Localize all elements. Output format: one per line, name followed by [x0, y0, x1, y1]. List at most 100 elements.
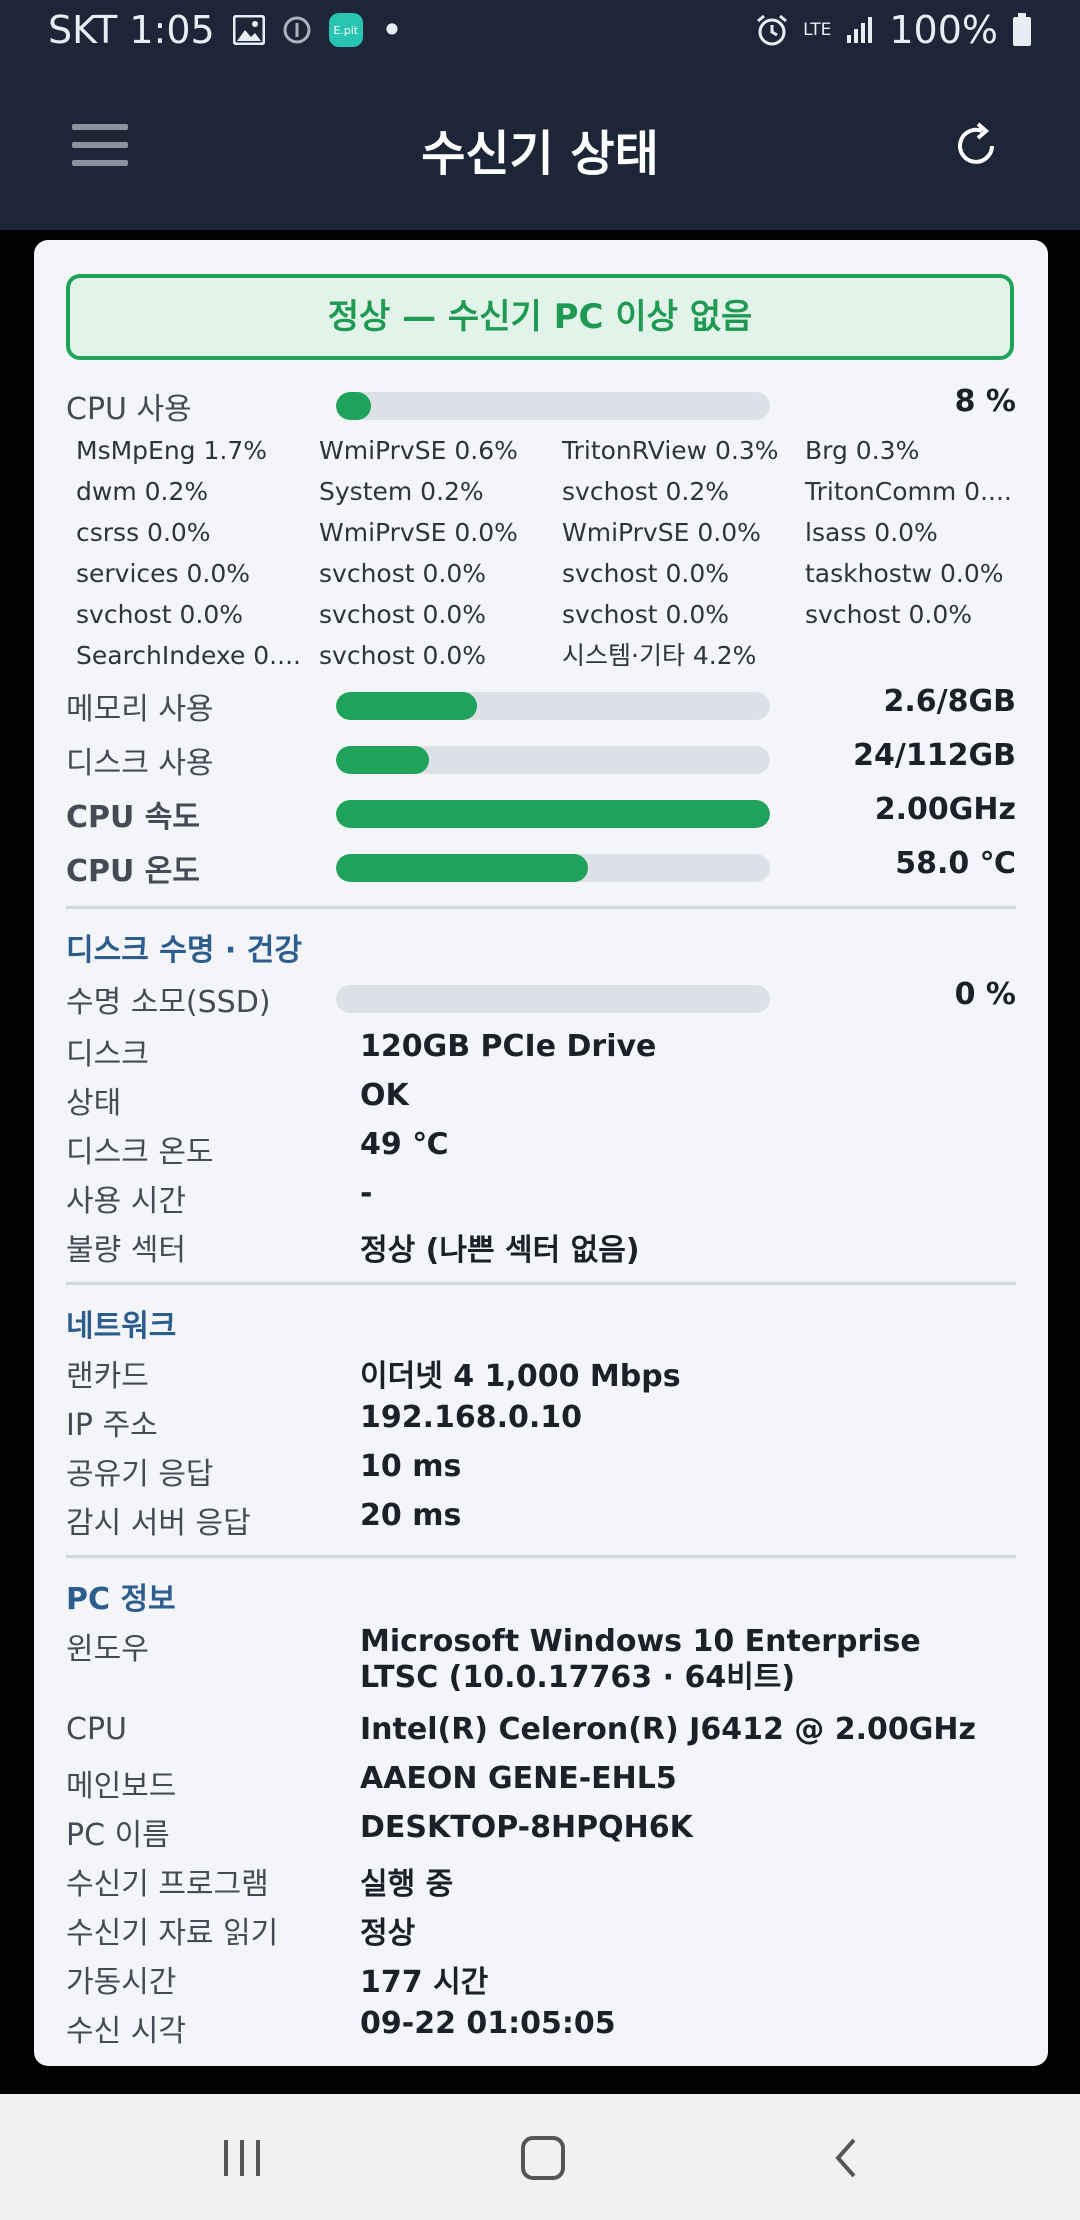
disk-wear-value: 0 % [954, 977, 1016, 1012]
info-key: 감시 서버 응답 [66, 1506, 251, 1541]
info-value: 10 ms [360, 1449, 462, 1484]
cpu-usage-value: 8 % [954, 384, 1016, 419]
info-key: 수신 시각 [66, 2014, 186, 2049]
info-row: PC 이름 DESKTOP-8HPQH6K [66, 1804, 1016, 1853]
process-item: svchost 0.0% [562, 600, 729, 629]
info-row: 랜카드 이더넷 4 1,000 Mbps [66, 1345, 1016, 1394]
info-value: - [360, 1176, 373, 1211]
info-key: 디스크 온도 [66, 1135, 214, 1170]
info-row: 불량 섹터 정상 (나쁜 섹터 없음) [66, 1219, 1016, 1268]
disk-section-title: 디스크 수명 · 건강 [66, 933, 302, 968]
info-row: 메인보드 AAEON GENE-EHL5 [66, 1755, 1016, 1804]
resource-metrics: 메모리 사용 2.6/8GB 디스크 사용 24/112GB CPU 속도 2.00GHz… [66, 676, 1016, 892]
metric-bar [336, 692, 770, 720]
windows-value: Microsoft Windows 10 Enterprise LTSC (10… [360, 1624, 921, 1695]
metric-label: 디스크 사용 [66, 746, 214, 781]
info-value: Intel(R) Celeron(R) J6412 @ 2.00GHz [360, 1712, 976, 1747]
info-row: 수신기 프로그램 실행 중 [66, 1853, 1016, 1902]
info-row: 수신 시각 09-22 01:05:05 [66, 2000, 1016, 2049]
info-key: 사용 시간 [66, 1184, 186, 1219]
process-item: TritonRView 0.3% [562, 436, 779, 465]
info-key: 불량 섹터 [66, 1233, 186, 1268]
process-item: svchost 0.0% [319, 641, 486, 670]
epit-app-icon: E.pit [328, 13, 363, 47]
process-item: MsMpEng 1.7% [76, 436, 268, 465]
info-value: 49 ℃ [360, 1127, 449, 1162]
disk-info-list: 디스크 120GB PCIe Drive 상태 OK 디스크 온도 49 ℃ 사용 시간 - 불… [66, 1023, 1016, 1268]
metric-row: 메모리 사용 2.6/8GB [66, 676, 1016, 730]
metric-bar-fill [336, 800, 770, 828]
divider [66, 1555, 1016, 1558]
info-value: DESKTOP-8HPQH6K [360, 1810, 693, 1845]
process-item: WmiPrvSE 0.0% [319, 518, 518, 547]
network-section-title: 네트워크 [66, 1309, 177, 1344]
process-item: TritonComm 0.... [805, 477, 1012, 506]
info-key: PC 이름 [66, 1818, 170, 1853]
process-list: MsMpEng 1.7% WmiPrvSE 0.6% TritonRView 0.3… [76, 430, 1016, 676]
info-value: 192.168.0.10 [360, 1400, 583, 1435]
info-value: 이더넷 4 1,000 Mbps [360, 1359, 681, 1394]
info-value: OK [360, 1078, 409, 1113]
info-key: 상태 [66, 1086, 122, 1121]
metric-bar-fill [336, 854, 588, 882]
process-item: svchost 0.0% [562, 559, 729, 588]
info-row: 공유기 응답 10 ms [66, 1443, 1016, 1492]
cpu-usage-bar-fill [336, 392, 371, 420]
info-value: AAEON GENE-EHL5 [360, 1761, 677, 1796]
metric-value: 2.6/8GB [883, 684, 1016, 719]
back-icon[interactable] [822, 2134, 872, 2182]
status-bar: SKT 1:05 E.pit • LTE 100% [0, 0, 1080, 62]
info-row: IP 주소 192.168.0.10 [66, 1394, 1016, 1443]
process-item: services 0.0% [76, 559, 251, 588]
metric-label: CPU 온도 [66, 854, 201, 889]
cpu-usage-bar [336, 392, 770, 420]
metric-row: 디스크 사용 24/112GB [66, 730, 1016, 784]
info-circle-icon [283, 16, 311, 44]
lte-icon: LTE [803, 20, 832, 40]
metric-value: 2.00GHz [874, 792, 1016, 827]
recents-icon[interactable] [218, 2134, 268, 2182]
process-item: lsass 0.0% [805, 518, 938, 547]
info-value: 정상 [360, 1916, 416, 1951]
pc-section-title: PC 정보 [66, 1582, 176, 1617]
info-row: 감시 서버 응답 20 ms [66, 1492, 1016, 1541]
process-item: WmiPrvSE 0.6% [319, 436, 518, 465]
disk-wear-row: 수명 소모(SSD) 0 % [66, 969, 1016, 1023]
signal-icon [845, 15, 875, 45]
process-item: Brg 0.3% [805, 436, 920, 465]
info-value: 정상 (나쁜 섹터 없음) [360, 1233, 640, 1268]
info-key: 가동시간 [66, 1965, 177, 2000]
info-row: 상태 OK [66, 1072, 1016, 1121]
info-row: 디스크 온도 49 ℃ [66, 1121, 1016, 1170]
process-item: svchost 0.0% [805, 600, 972, 629]
metric-row: CPU 속도 2.00GHz [66, 784, 1016, 838]
info-key: 공유기 응답 [66, 1457, 214, 1492]
battery-percent: 100% [889, 8, 998, 52]
home-icon[interactable] [518, 2134, 568, 2182]
metric-label: CPU 속도 [66, 800, 201, 835]
divider [66, 906, 1016, 909]
info-row: 디스크 120GB PCIe Drive [66, 1023, 1016, 1072]
lte-label: LTE [803, 20, 832, 40]
divider [66, 1282, 1016, 1285]
info-key: 수신기 프로그램 [66, 1867, 269, 1902]
refresh-icon[interactable] [948, 118, 1004, 174]
cpu-usage-row: CPU 사용 8 % [66, 376, 1016, 430]
info-row: 수신기 자료 읽기 정상 [66, 1902, 1016, 1951]
process-item [805, 635, 1025, 676]
info-key: 수신기 자료 읽기 [66, 1916, 279, 1951]
process-item: System 0.2% [319, 477, 484, 506]
alarm-icon [755, 13, 789, 47]
process-item: svchost 0.0% [319, 559, 486, 588]
metric-row: CPU 온도 58.0 ℃ [66, 838, 1016, 892]
info-row: 사용 시간 - [66, 1170, 1016, 1219]
disk-wear-label: 수명 소모(SSD) [66, 985, 271, 1020]
battery-icon [1012, 13, 1032, 47]
network-info-list: 랜카드 이더넷 4 1,000 Mbps IP 주소 192.168.0.10 공유기 … [66, 1345, 1016, 1541]
process-item: dwm 0.2% [76, 477, 209, 506]
process-item: svchost 0.0% [319, 600, 486, 629]
info-row: CPU Intel(R) Celeron(R) J6412 @ 2.00GHz [66, 1706, 1016, 1755]
process-item: svchost 0.0% [76, 600, 243, 629]
process-item: csrss 0.0% [76, 518, 211, 547]
metric-label: 메모리 사용 [66, 692, 214, 727]
